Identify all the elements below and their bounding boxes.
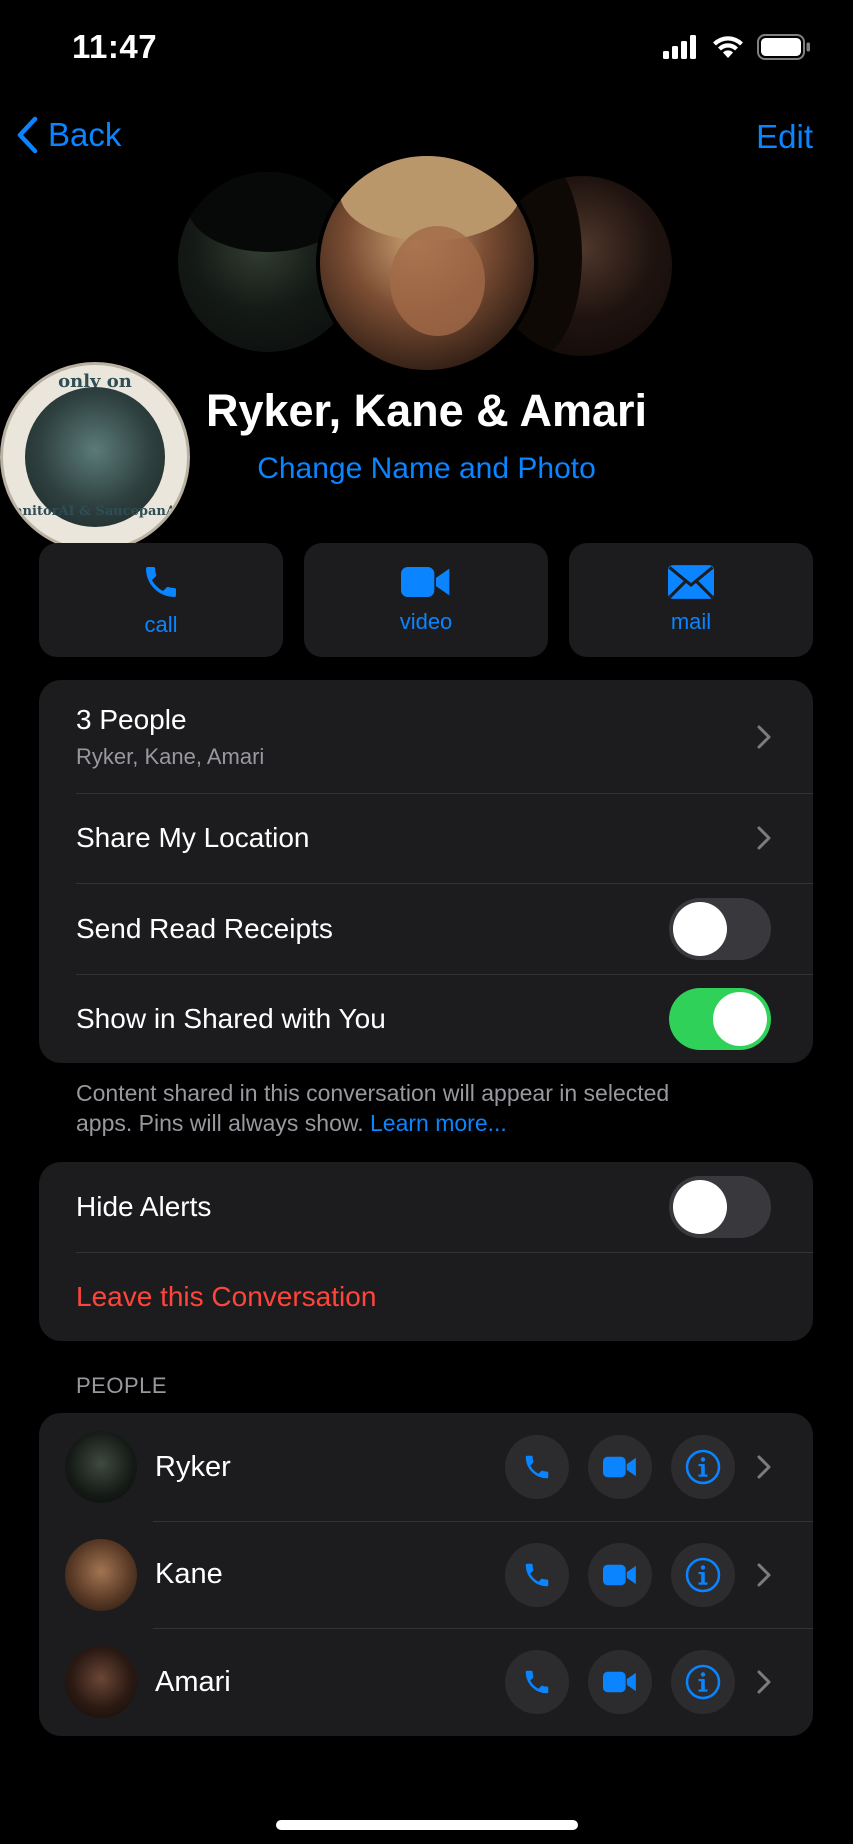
- shared-with-you-toggle[interactable]: [669, 987, 771, 1050]
- avatar: [65, 1646, 137, 1718]
- call-person-button[interactable]: [505, 1435, 569, 1499]
- toggle-knob: [673, 1180, 727, 1234]
- video-person-button[interactable]: [588, 1542, 652, 1607]
- alerts-card: Hide Alerts Leave this Conversation: [39, 1162, 813, 1341]
- avatar: [65, 1431, 137, 1503]
- wifi-icon: [713, 36, 743, 58]
- person-row-ryker[interactable]: Ryker: [39, 1413, 813, 1521]
- info-icon: [685, 1449, 721, 1485]
- info-icon: [685, 1557, 721, 1592]
- people-list-card: Ryker Kane Amari: [39, 1413, 813, 1736]
- call-button[interactable]: call: [39, 543, 283, 657]
- group-name: Ryker, Kane & Amari: [0, 385, 853, 437]
- people-count-row[interactable]: 3 People Ryker, Kane, Amari: [39, 680, 813, 793]
- call-label: call: [144, 612, 178, 637]
- chevron-right-icon: [757, 826, 771, 850]
- video-label: video: [399, 609, 453, 634]
- shared-with-you-label: Show in Shared with You: [76, 1002, 386, 1034]
- share-location-row[interactable]: Share My Location: [39, 793, 813, 883]
- mail-button[interactable]: mail: [569, 543, 813, 657]
- info-person-button[interactable]: [671, 1435, 735, 1499]
- change-name-photo-link[interactable]: Change Name and Photo: [0, 452, 853, 486]
- status-time: 11:47: [72, 28, 158, 65]
- toggle-knob: [713, 991, 767, 1046]
- video-button[interactable]: video: [304, 543, 548, 657]
- back-button[interactable]: Back: [16, 116, 121, 154]
- hide-alerts-label: Hide Alerts: [76, 1191, 212, 1222]
- learn-more-link[interactable]: Learn more...: [370, 1110, 507, 1136]
- sticker-bottom-text: JanitorAI & SaucepanAI: [7, 504, 183, 519]
- hide-alerts-toggle[interactable]: [669, 1176, 771, 1238]
- back-label: Back: [48, 116, 122, 153]
- read-receipts-row: Send Read Receipts: [39, 883, 813, 974]
- avatar: [65, 1538, 137, 1611]
- video-icon: [401, 567, 450, 597]
- share-location-label: Share My Location: [76, 822, 310, 853]
- chevron-right-icon: [757, 725, 771, 748]
- hide-alerts-row: Hide Alerts: [39, 1162, 813, 1252]
- phone-icon: [146, 567, 176, 597]
- person-row-kane[interactable]: Kane: [39, 1521, 813, 1628]
- person-name: Kane: [155, 1558, 223, 1590]
- status-bar: 11:47: [0, 0, 853, 100]
- conversation-settings-card: 3 People Ryker, Kane, Amari Share My Loc…: [39, 680, 813, 1063]
- status-icons: [663, 34, 811, 60]
- shared-with-you-footnote: Content shared in this conversation will…: [76, 1078, 696, 1138]
- home-indicator[interactable]: [276, 1820, 578, 1830]
- shared-with-you-row: Show in Shared with You: [39, 974, 813, 1063]
- read-receipts-toggle[interactable]: [669, 897, 771, 960]
- info-person-button[interactable]: [671, 1650, 735, 1714]
- chevron-left-icon: [17, 116, 38, 154]
- cellular-signal-icon: [663, 35, 696, 59]
- chevron-right-icon: [757, 1455, 771, 1479]
- chevron-right-icon: [757, 1670, 771, 1694]
- phone-icon: [525, 1563, 549, 1586]
- leave-conversation-row[interactable]: Leave this Conversation: [39, 1252, 813, 1341]
- video-icon: [603, 1671, 636, 1693]
- person-name: Ryker: [155, 1450, 231, 1483]
- battery-icon: [757, 34, 810, 60]
- info-person-button[interactable]: [671, 1542, 735, 1607]
- action-buttons: call video mail: [39, 543, 813, 657]
- call-person-button[interactable]: [505, 1542, 569, 1607]
- group-avatar-cluster[interactable]: [0, 150, 853, 374]
- video-icon: [603, 1564, 636, 1585]
- avatar-kane: [316, 152, 538, 374]
- group-name-text: Ryker, Kane & Amari: [205, 385, 648, 436]
- phone-icon: [525, 1670, 549, 1694]
- people-count-label: 3 People: [76, 703, 187, 735]
- leave-conversation-button[interactable]: Leave this Conversation: [76, 1281, 771, 1313]
- video-person-button[interactable]: [588, 1435, 652, 1499]
- video-person-button[interactable]: [588, 1650, 652, 1714]
- chevron-right-icon: [757, 1563, 771, 1586]
- mail-icon: [668, 565, 714, 599]
- read-receipts-label: Send Read Receipts: [76, 912, 333, 944]
- phone-icon: [525, 1455, 549, 1479]
- toggle-knob: [673, 901, 727, 956]
- person-row-amari[interactable]: Amari: [39, 1628, 813, 1736]
- people-names: Ryker, Kane, Amari: [76, 743, 265, 769]
- info-icon: [685, 1664, 721, 1700]
- mail-label: mail: [670, 609, 712, 634]
- people-section-header: PEOPLE: [76, 1373, 168, 1398]
- call-person-button[interactable]: [505, 1650, 569, 1714]
- video-icon: [603, 1456, 636, 1478]
- person-name: Amari: [155, 1665, 231, 1698]
